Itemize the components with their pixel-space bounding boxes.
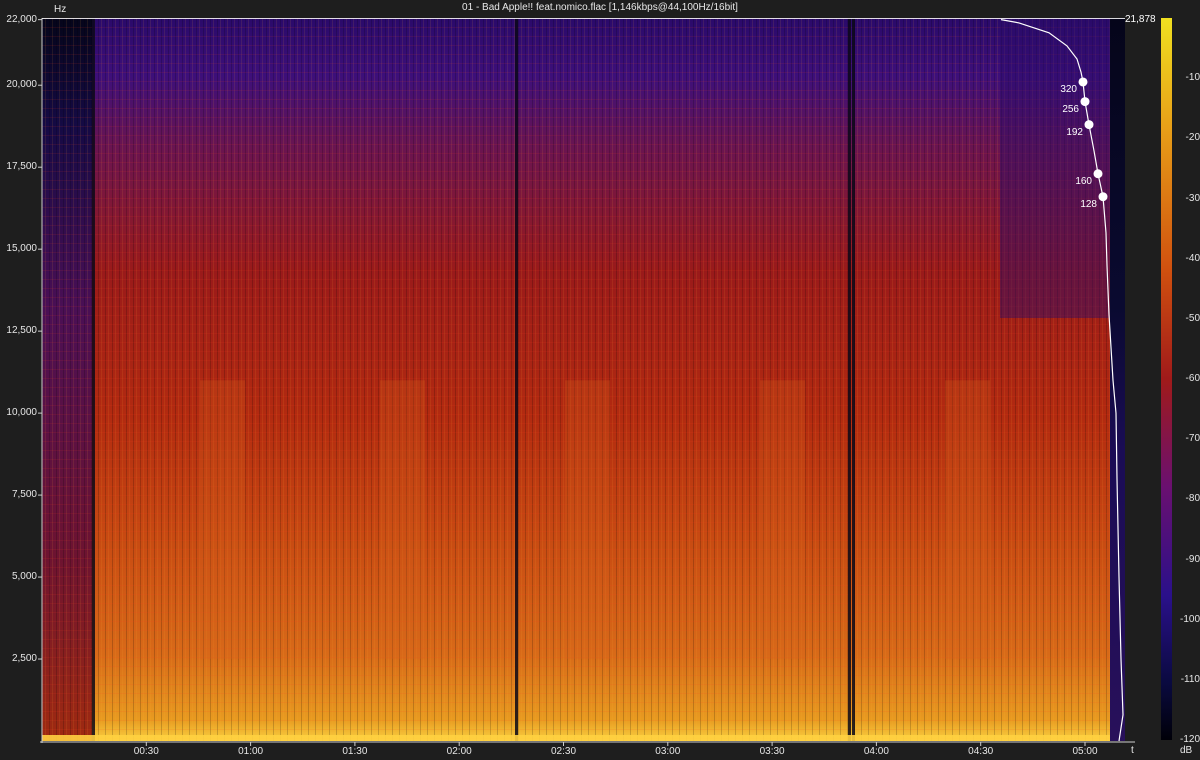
spectrum-fade: [1000, 18, 1110, 318]
loud-section: [945, 380, 990, 660]
bitrate-marker: [1080, 97, 1090, 107]
bitrate-marker: [1093, 169, 1103, 179]
silence-gap: [92, 18, 95, 741]
y-tick-label: 2,500: [11, 653, 37, 665]
silence-gap: [852, 18, 855, 741]
x-tick-label: 02:30: [550, 746, 577, 757]
x-tick-label: 05:00: [1072, 746, 1098, 757]
x-tick-label: 04:30: [968, 746, 994, 757]
plot-area: [42, 18, 1125, 741]
bitrate-marker-label: 128: [1080, 198, 1097, 210]
y-tick-label: 22,000: [6, 13, 37, 25]
loud-section: [380, 380, 425, 660]
x-tick-label: 04:00: [863, 746, 889, 757]
loud-section: [760, 380, 805, 660]
colorbar-tick-label: -90: [1185, 553, 1200, 565]
loud-section: [200, 380, 245, 660]
colorbar-tick-label: -30: [1185, 192, 1200, 204]
y-tick-label: 15,000: [6, 243, 37, 255]
colorbar-tick-label: -100: [1179, 613, 1200, 625]
x-tick-label: 03:30: [759, 746, 785, 757]
bass-band: [42, 735, 1110, 741]
spectrogram-window: 01 - Bad Apple!! feat.nomico.flac [1,146…: [0, 0, 1200, 760]
colorbar-tick-label: -40: [1185, 252, 1200, 264]
colorbar: [1161, 18, 1172, 740]
bitrate-marker-label: 192: [1066, 126, 1083, 138]
colorbar-tick-label: -110: [1180, 673, 1200, 685]
bitrate-marker: [1084, 120, 1094, 130]
bitrate-marker-label: 160: [1075, 175, 1092, 187]
y-tick-label: 17,500: [6, 161, 37, 173]
bitrate-marker-label: 256: [1062, 103, 1079, 115]
silence-gap: [515, 18, 518, 741]
spectrogram-chart: [38, 18, 1172, 746]
x-tick-label: 03:00: [655, 746, 681, 757]
x-tick-label: 01:30: [342, 746, 368, 757]
loud-section: [565, 380, 610, 660]
colorbar-tick-label: -120: [1179, 734, 1200, 745]
y-tick-label: 5,000: [11, 571, 37, 583]
y-tick-label: 10,000: [6, 407, 37, 419]
y-tick-label: 12,500: [6, 325, 37, 337]
bitrate-marker: [1098, 192, 1108, 202]
bitrate-marker-label: 320: [1060, 83, 1077, 95]
colorbar-tick-label: -70: [1185, 433, 1200, 445]
colorbar-tick-label: -10: [1185, 72, 1200, 84]
colorbar-tick-label: -20: [1185, 132, 1200, 144]
colorbar-tick-label: -60: [1185, 373, 1200, 384]
x-tick-label: 00:30: [133, 746, 159, 757]
x-tick-label: 02:00: [446, 746, 472, 757]
x-tick-label: 01:00: [238, 746, 264, 757]
colorbar-tick-label: -50: [1185, 312, 1200, 324]
spectrum-tail: [1110, 18, 1125, 741]
y-tick-label: 7,500: [11, 489, 37, 501]
colorbar-tick-label: -80: [1185, 493, 1200, 505]
silence-gap: [848, 18, 851, 741]
y-tick-label: 20,000: [6, 79, 37, 91]
bitrate-marker: [1078, 77, 1088, 87]
